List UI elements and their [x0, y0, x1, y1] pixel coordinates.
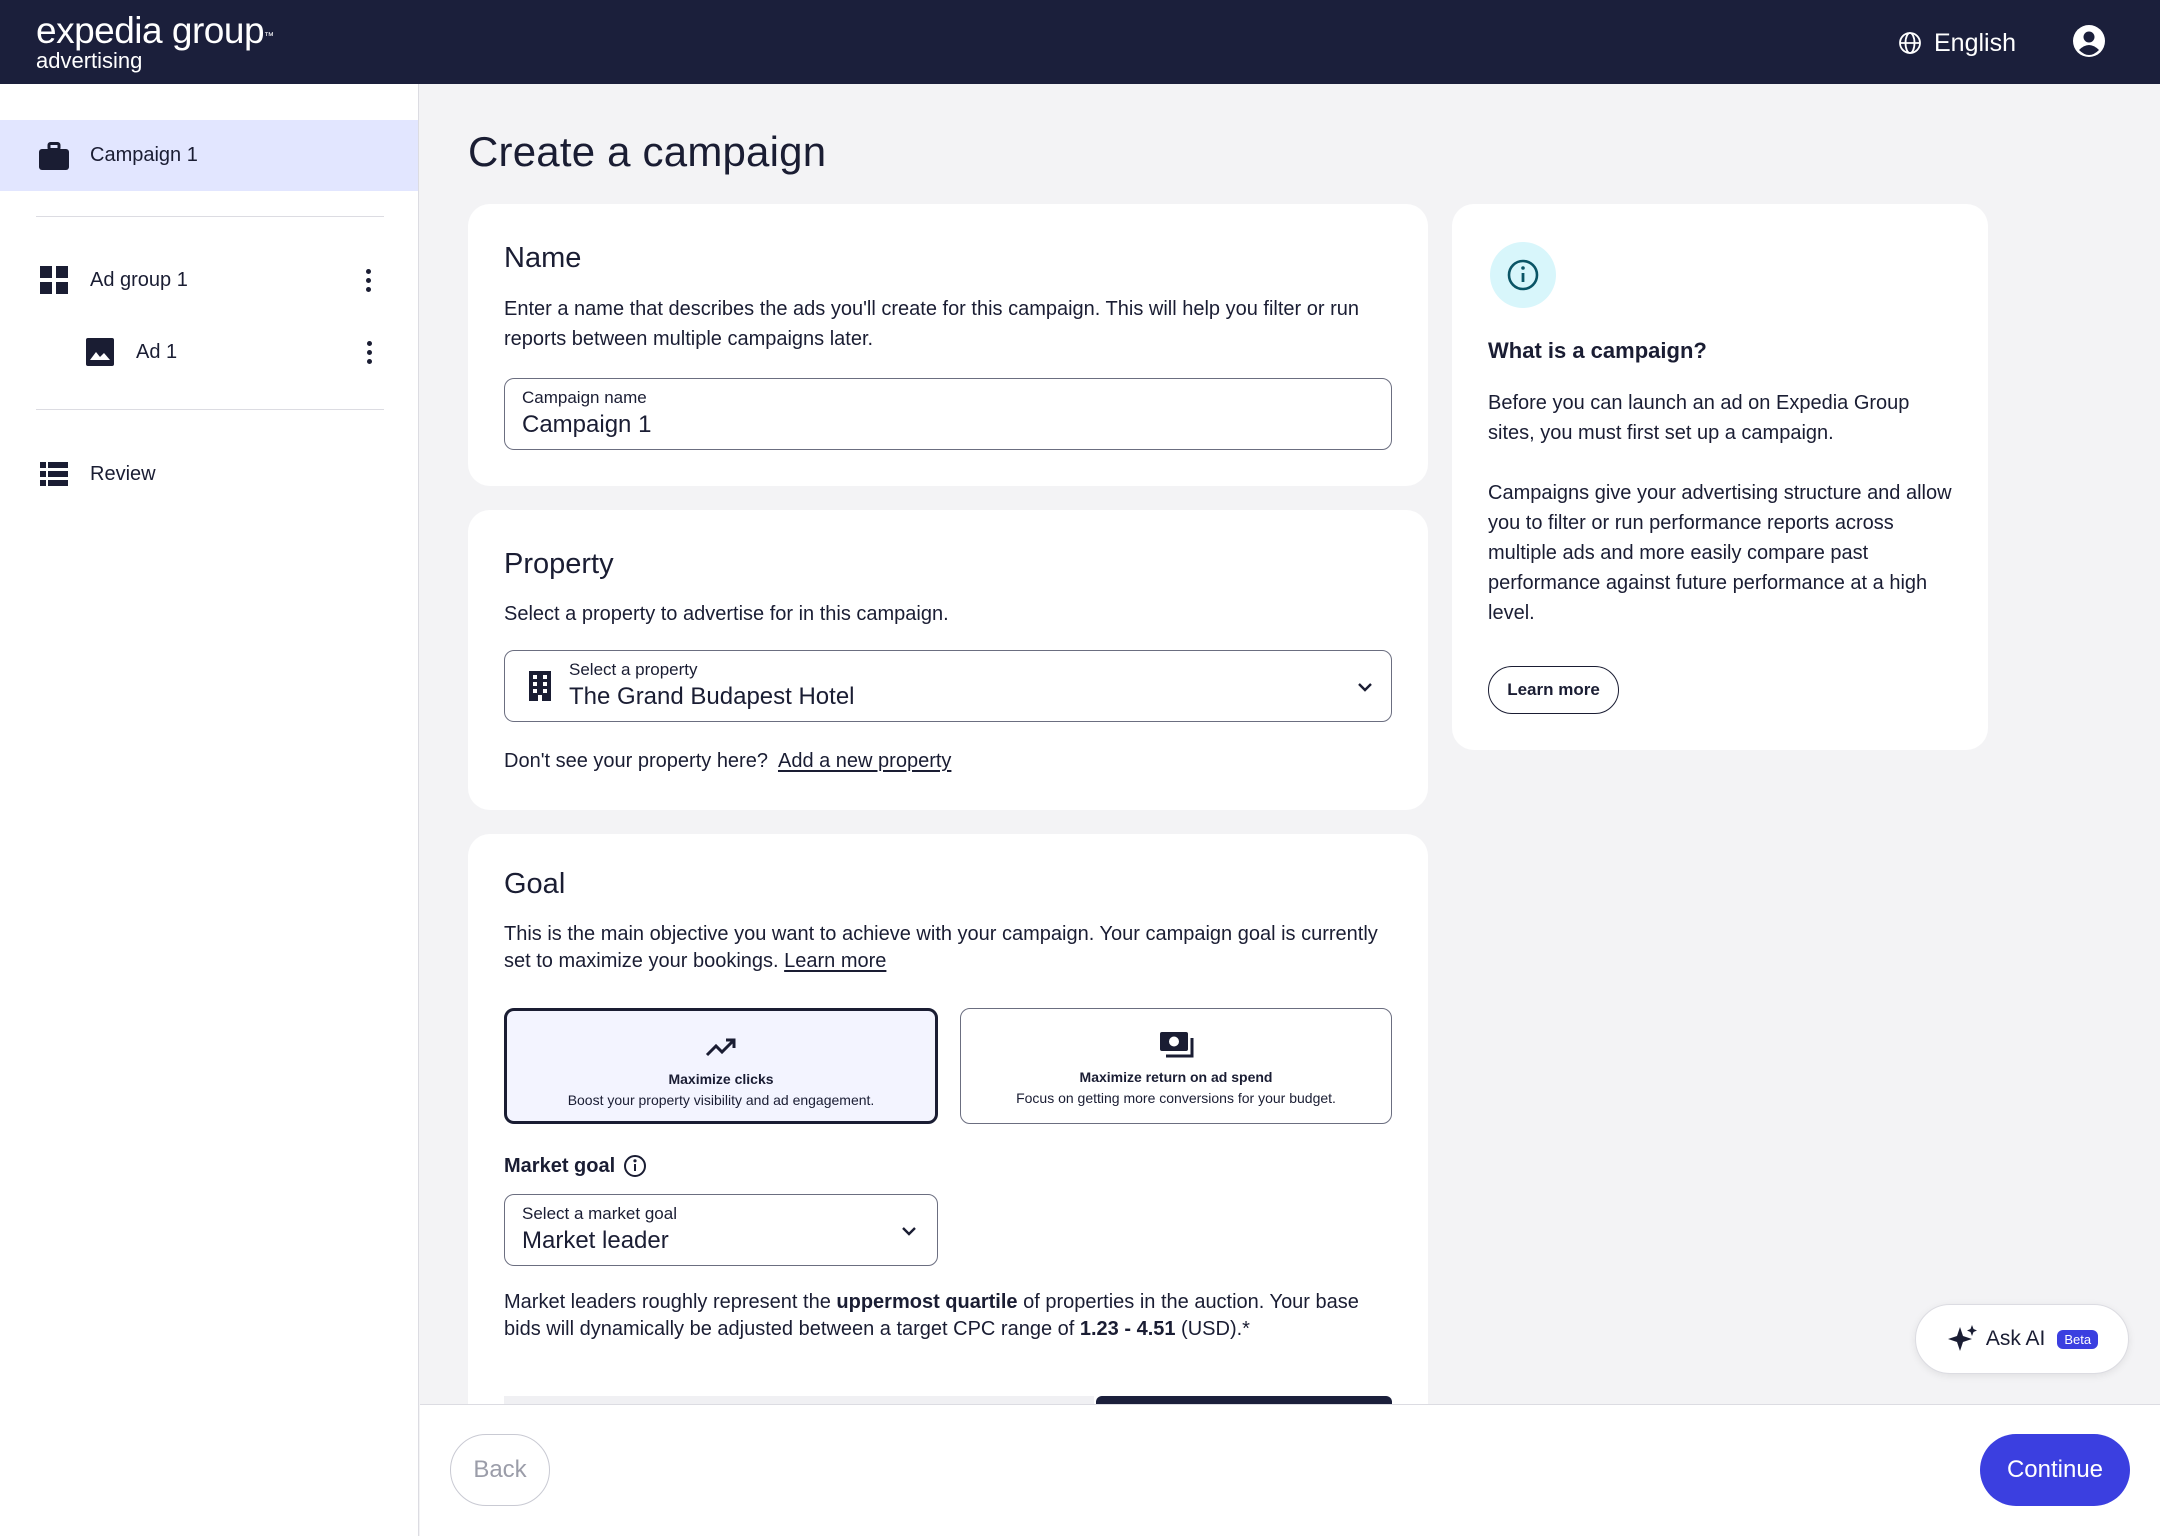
sidebar-item-label: Campaign 1 [90, 144, 198, 166]
ad-group-more-icon[interactable] [358, 265, 378, 295]
sidebar-item-ad[interactable]: Ad 1 [84, 332, 177, 372]
goal-card: Goal This is the main objective you want… [468, 834, 1428, 1454]
campaign-name-label: Campaign name [522, 388, 647, 407]
page-title: Create a campaign [468, 128, 827, 175]
property-select-value: The Grand Budapest Hotel [569, 683, 855, 710]
property-select-label: Select a property [569, 660, 698, 679]
info-paragraph-2: Campaigns give your advertising structur… [1488, 482, 1952, 624]
sidebar-divider [36, 216, 384, 217]
info-heading: What is a campaign? [1488, 338, 1707, 363]
market-leader-explanation: Market leaders roughly represent the upp… [504, 1289, 1364, 1343]
info-icon[interactable] [623, 1154, 647, 1178]
logo-text: expedia group [36, 10, 265, 51]
expedia-group-advertising-logo[interactable]: expedia group™ advertising [36, 10, 274, 72]
market-goal-label: Market goal [504, 1154, 616, 1177]
account-icon[interactable] [2072, 24, 2106, 58]
campaign-name-field[interactable]: Campaign name Campaign 1 [504, 378, 1392, 450]
chevron-down-icon [902, 1227, 916, 1236]
market-goal-select-value: Market leader [522, 1227, 669, 1254]
ad-more-icon[interactable] [359, 337, 379, 367]
logo-subtext: advertising [36, 48, 143, 73]
option-title: Maximize return on ad spend [1079, 1069, 1273, 1085]
sidebar-item-campaign[interactable]: Campaign 1 [0, 120, 418, 191]
property-description: Select a property to advertise for in th… [504, 603, 949, 625]
sidebar: Campaign 1 Ad group 1 Ad 1 Review [0, 84, 419, 1536]
sidebar-item-label: Ad 1 [136, 340, 178, 363]
list-icon [40, 462, 68, 486]
campaign-name-value[interactable]: Campaign 1 [522, 411, 651, 439]
language-label: English [1934, 28, 2016, 57]
explanation-text: (USD).* [1175, 1318, 1250, 1340]
money-icon [1160, 1032, 1194, 1058]
goal-heading: Goal [504, 868, 566, 900]
range-bar-fill [1096, 1396, 1392, 1404]
info-icon [1490, 242, 1556, 308]
logo-trademark: ™ [264, 31, 274, 42]
option-title: Maximize clicks [668, 1071, 774, 1087]
option-description: Boost your property visibility and ad en… [567, 1092, 875, 1108]
sidebar-item-label: Ad group 1 [90, 268, 188, 291]
property-card: Property Select a property to advertise … [468, 510, 1428, 810]
back-button[interactable]: Back [450, 1434, 550, 1506]
sidebar-divider [36, 409, 384, 410]
info-paragraph-1: Before you can launch an ad on Expedia G… [1488, 392, 1910, 444]
maximize-roas-option[interactable]: Maximize return on ad spend Focus on get… [960, 1008, 1392, 1124]
sidebar-item-label: Review [90, 462, 156, 485]
info-learn-more-button[interactable]: Learn more [1488, 666, 1619, 714]
option-description: Focus on getting more conversions for yo… [1016, 1090, 1336, 1106]
market-goal-select[interactable]: Select a market goal Market leader [504, 1194, 938, 1266]
missing-property-label: Don't see your property here? [504, 750, 768, 772]
ask-ai-label: Ask AI [1985, 1327, 2046, 1350]
sidebar-item-ad-group[interactable]: Ad group 1 [38, 260, 188, 300]
market-goal-select-label: Select a market goal [522, 1204, 677, 1223]
market-goal-label-row: Market goal [504, 1154, 647, 1178]
name-heading: Name [504, 242, 582, 274]
goal-learn-more-link[interactable]: Learn more [784, 950, 886, 972]
building-icon [529, 671, 551, 701]
info-card: What is a campaign? Before you can launc… [1452, 204, 1988, 750]
globe-icon [1899, 32, 1921, 54]
add-new-property-link[interactable]: Add a new property [778, 750, 951, 772]
grid-icon [40, 266, 68, 294]
missing-property-text: Don't see your property here? Add a new … [504, 746, 1404, 776]
top-header: expedia group™ advertising English [0, 0, 2160, 84]
continue-button[interactable]: Continue [1980, 1434, 2130, 1506]
name-description: Enter a name that describes the ads you'… [504, 298, 1359, 350]
beta-badge: Beta [2057, 1329, 2099, 1349]
cpc-range: 1.23 - 4.51 [1079, 1318, 1176, 1340]
image-icon [86, 338, 114, 366]
trending-up-icon [705, 1038, 736, 1057]
maximize-clicks-option[interactable]: Maximize clicks Boost your property visi… [504, 1008, 938, 1124]
explanation-bold: uppermost quartile [836, 1291, 1018, 1313]
property-heading: Property [504, 548, 614, 580]
chevron-down-icon [1358, 683, 1372, 692]
ask-ai-button[interactable]: Ask AI Beta [1915, 1304, 2129, 1374]
property-select[interactable]: Select a property The Grand Budapest Hot… [504, 650, 1392, 722]
goal-description-text: This is the main objective you want to a… [504, 923, 1378, 972]
sidebar-item-review[interactable]: Review [38, 454, 156, 494]
language-selector[interactable]: English [1898, 26, 2016, 60]
explanation-text: Market leaders roughly represent the [504, 1291, 837, 1313]
briefcase-icon [39, 141, 69, 170]
goal-description: This is the main objective you want to a… [504, 921, 1404, 975]
sparkle-icon [1947, 1325, 1977, 1351]
name-card: Name Enter a name that describes the ads… [468, 204, 1428, 486]
range-bar-track [504, 1396, 1094, 1404]
footer-bar [420, 1404, 2160, 1536]
